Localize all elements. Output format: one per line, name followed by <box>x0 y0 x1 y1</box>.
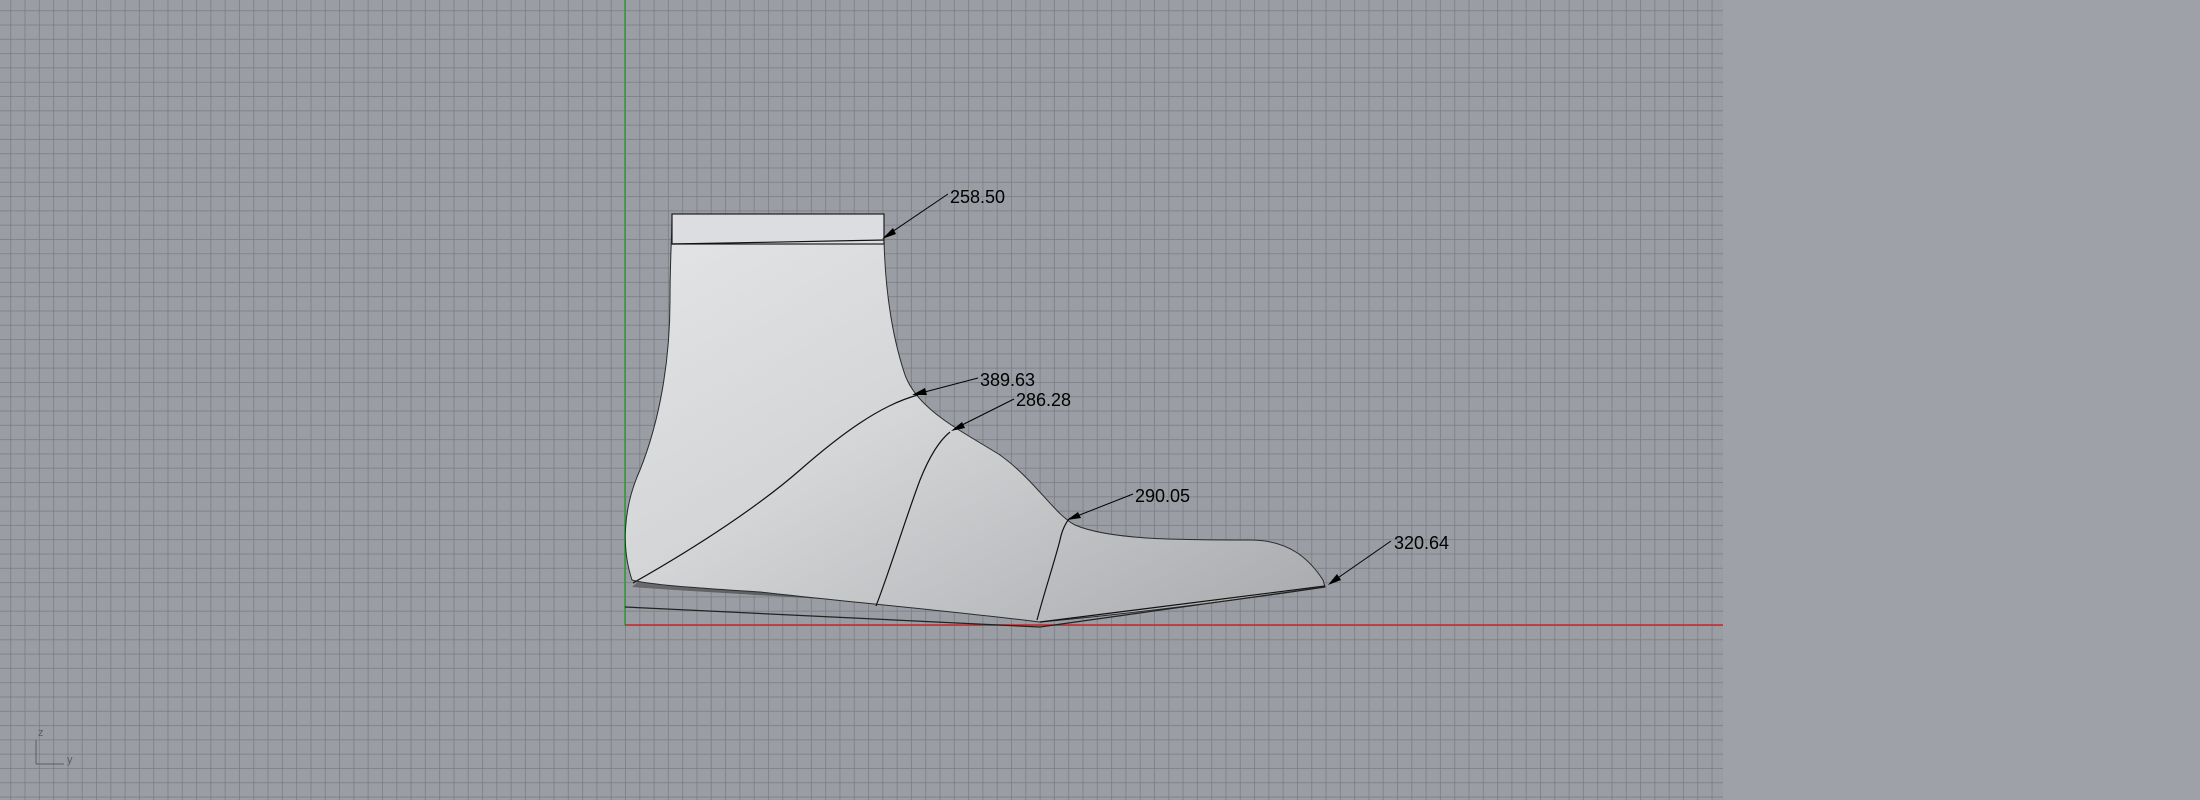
foot-last-model[interactable] <box>624 213 1326 628</box>
leader-ankle <box>916 377 979 395</box>
arrow-toe <box>1328 574 1341 585</box>
gizmo-z-label: z <box>38 727 44 739</box>
dimension-label-top[interactable]: 258.50 <box>950 187 1005 207</box>
viewport-3d[interactable]: 258.50 389.63 286.28 290.05 320.64 z y <box>0 0 1723 800</box>
dimension-label-ball[interactable]: 290.05 <box>1135 486 1190 506</box>
leader-top <box>885 193 949 237</box>
top-cap <box>671 213 885 245</box>
leader-ball <box>1071 493 1134 519</box>
dimension-label-instep[interactable]: 286.28 <box>1016 390 1071 410</box>
gizmo-y-label: y <box>67 754 73 766</box>
arrow-ball <box>1067 512 1081 520</box>
leader-toe <box>1331 540 1392 583</box>
axis-gizmo: z y <box>35 727 73 766</box>
scene-canvas[interactable]: 258.50 389.63 286.28 290.05 320.64 z y <box>0 0 1723 800</box>
dimension-label-ankle[interactable]: 389.63 <box>980 370 1035 390</box>
leader-instep <box>955 398 1015 429</box>
side-panel <box>1723 0 2200 800</box>
dimension-label-toe[interactable]: 320.64 <box>1394 533 1449 553</box>
